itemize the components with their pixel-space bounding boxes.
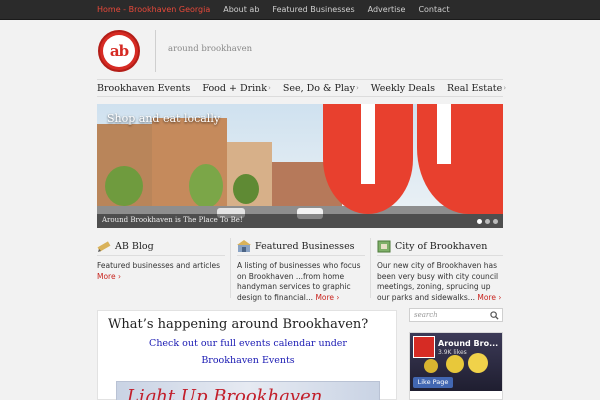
feature-header: AB Blog	[97, 238, 225, 256]
nav-brookhaven-events[interactable]: Brookhaven Events	[97, 83, 190, 94]
feature-text: Our new city of Brookhaven has been very…	[377, 261, 503, 303]
slider-dot[interactable]	[477, 219, 482, 224]
logo-inner: ab	[103, 35, 135, 67]
hero-slider[interactable]: Shop and eat locally Around Brookhaven i…	[97, 104, 503, 228]
feature-text: A listing of businesses who focus on Bro…	[237, 261, 365, 303]
feature-title[interactable]: City of Brookhaven	[395, 241, 487, 252]
site-logo[interactable]: ab	[98, 30, 140, 72]
search-input[interactable]: search	[414, 311, 438, 319]
feature-ab-blog: AB Blog Featured businesses and articles…	[97, 238, 225, 282]
site-tagline: around brookhaven	[168, 44, 253, 54]
pencil-icon	[97, 241, 111, 252]
slide-white-bar	[437, 104, 451, 164]
more-label: More	[97, 271, 116, 281]
topnav-contact[interactable]: Contact	[418, 0, 462, 20]
feature-header: City of Brookhaven	[377, 238, 503, 256]
more-link[interactable]: More ›	[97, 272, 121, 281]
slide-tree	[233, 174, 259, 204]
facebook-cover: Around Bro... 3.9K likes Like Page	[410, 333, 502, 391]
light-up-banner[interactable]: Light Up Brookhaven	[116, 381, 380, 400]
main-navigation: Brookhaven Events Food + Drink › See, Do …	[97, 79, 506, 97]
events-panel: What’s happening around Brookhaven? Chec…	[97, 310, 397, 400]
slide-tree	[189, 164, 223, 208]
nav-label: See, Do & Play	[282, 82, 355, 94]
feature-header: Featured Businesses	[237, 238, 365, 256]
slider-dot[interactable]	[485, 219, 490, 224]
slide-caption-bar: Around Brookhaven is The Place To Be!	[97, 214, 503, 228]
search-field[interactable]: search	[409, 308, 503, 322]
facebook-likes-count: 3.9K likes	[438, 349, 467, 356]
search-icon[interactable]	[490, 311, 499, 320]
top-bar: Home - Brookhaven Georgia About ab Featu…	[0, 0, 600, 20]
events-heading: What’s happening around Brookhaven?	[108, 317, 369, 332]
topnav-advertise[interactable]: Advertise	[368, 0, 419, 20]
facebook-widget: Around Bro... 3.9K likes Like Page	[409, 332, 503, 400]
top-navigation: Home - Brookhaven Georgia About ab Featu…	[97, 0, 463, 20]
slider-pagination	[477, 219, 498, 224]
chevron-right-icon: ›	[268, 84, 271, 92]
chevron-right-icon: ›	[355, 84, 359, 92]
brookhaven-events-link[interactable]: Brookhaven Events	[98, 355, 398, 366]
feature-title[interactable]: Featured Businesses	[255, 241, 355, 252]
banner-text: Light Up Brookhaven	[127, 386, 323, 400]
feature-description: A listing of businesses who focus on Bro…	[237, 261, 361, 302]
nav-food-drink[interactable]: Food + Drink ›	[202, 83, 270, 94]
nav-label: Food + Drink	[202, 82, 268, 94]
more-label: More	[477, 292, 496, 302]
cover-decoration	[468, 353, 488, 373]
topnav-home[interactable]: Home - Brookhaven Georgia	[97, 0, 223, 20]
slide-caption: Around Brookhaven is The Place To Be!	[102, 216, 243, 224]
feature-separator	[370, 238, 371, 298]
chevron-right-icon: ›	[503, 84, 507, 92]
more-link[interactable]: More ›	[477, 293, 501, 302]
feature-text: Featured businesses and articles More ›	[97, 261, 225, 282]
feature-title[interactable]: AB Blog	[115, 241, 154, 252]
slide-title: Shop and eat locally	[107, 112, 221, 125]
facebook-page-avatar[interactable]	[413, 336, 435, 358]
slide-tree	[105, 166, 143, 206]
nav-real-estate[interactable]: Real Estate ›	[447, 83, 506, 94]
slide-white-bar	[361, 104, 375, 184]
nav-weekly-deals[interactable]: Weekly Deals	[371, 83, 435, 94]
topnav-about[interactable]: About ab	[223, 0, 272, 20]
feature-separator	[230, 238, 231, 298]
more-label: More	[315, 292, 335, 302]
nav-label: Brookhaven Events	[97, 82, 191, 94]
events-calendar-link[interactable]: Check out our full events calendar under	[98, 338, 398, 349]
feature-city-of-brookhaven: City of Brookhaven Our new city of Brook…	[377, 238, 503, 303]
cover-decoration	[446, 355, 464, 373]
nav-label: Weekly Deals	[370, 82, 435, 94]
cover-decoration	[424, 359, 438, 373]
nav-label: Real Estate	[447, 82, 503, 94]
more-link[interactable]: More ›	[315, 293, 339, 302]
feature-featured-businesses: Featured Businesses A listing of busines…	[237, 238, 365, 303]
topnav-featured-businesses[interactable]: Featured Businesses	[272, 0, 367, 20]
map-icon	[377, 240, 391, 253]
feature-description: Featured businesses and articles	[97, 261, 221, 270]
facebook-like-button[interactable]: Like Page	[413, 377, 453, 388]
store-icon	[237, 240, 251, 252]
header-divider	[155, 30, 156, 72]
slider-dot[interactable]	[493, 219, 498, 224]
nav-see-do-play[interactable]: See, Do & Play ›	[283, 83, 359, 94]
logo-text: ab	[109, 42, 129, 60]
facebook-page-name[interactable]: Around Bro...	[438, 339, 498, 348]
